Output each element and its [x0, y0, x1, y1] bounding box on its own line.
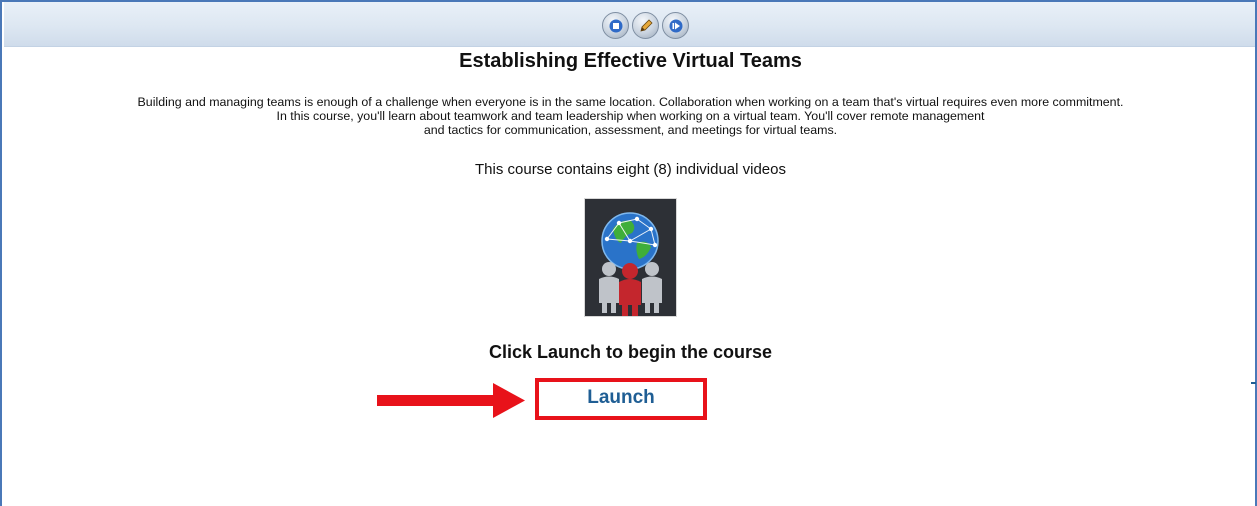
- video-count-text: This course contains eight (8) individua…: [475, 161, 786, 178]
- course-title: Establishing Effective Virtual Teams: [459, 50, 802, 72]
- play-button[interactable]: [662, 12, 689, 39]
- description-line: Building and managing teams is enough of…: [137, 95, 1124, 109]
- course-thumbnail: [584, 198, 677, 317]
- toolbar-buttons: [602, 12, 689, 39]
- course-description: Building and managing teams is enough of…: [2, 95, 1257, 137]
- arrow-right-icon: [377, 383, 525, 418]
- launch-button[interactable]: Launch: [587, 387, 655, 409]
- course-frame: Establishing Effective Virtual Teams Bui…: [0, 0, 1257, 506]
- player-toolbar: [4, 2, 1255, 47]
- launch-instruction: Click Launch to begin the course: [488, 342, 773, 362]
- stop-button[interactable]: [602, 12, 629, 39]
- global-team-icon: [585, 199, 676, 316]
- stop-icon: [609, 19, 622, 32]
- description-line: and tactics for communication, assessmen…: [423, 123, 838, 137]
- launch-highlight-box: Launch: [535, 378, 707, 420]
- edge-marker: [1251, 382, 1256, 384]
- pencil-icon: [639, 18, 653, 32]
- description-line: In this course, you'll learn about teamw…: [276, 109, 985, 123]
- edit-button[interactable]: [632, 12, 659, 39]
- play-icon: [669, 19, 682, 32]
